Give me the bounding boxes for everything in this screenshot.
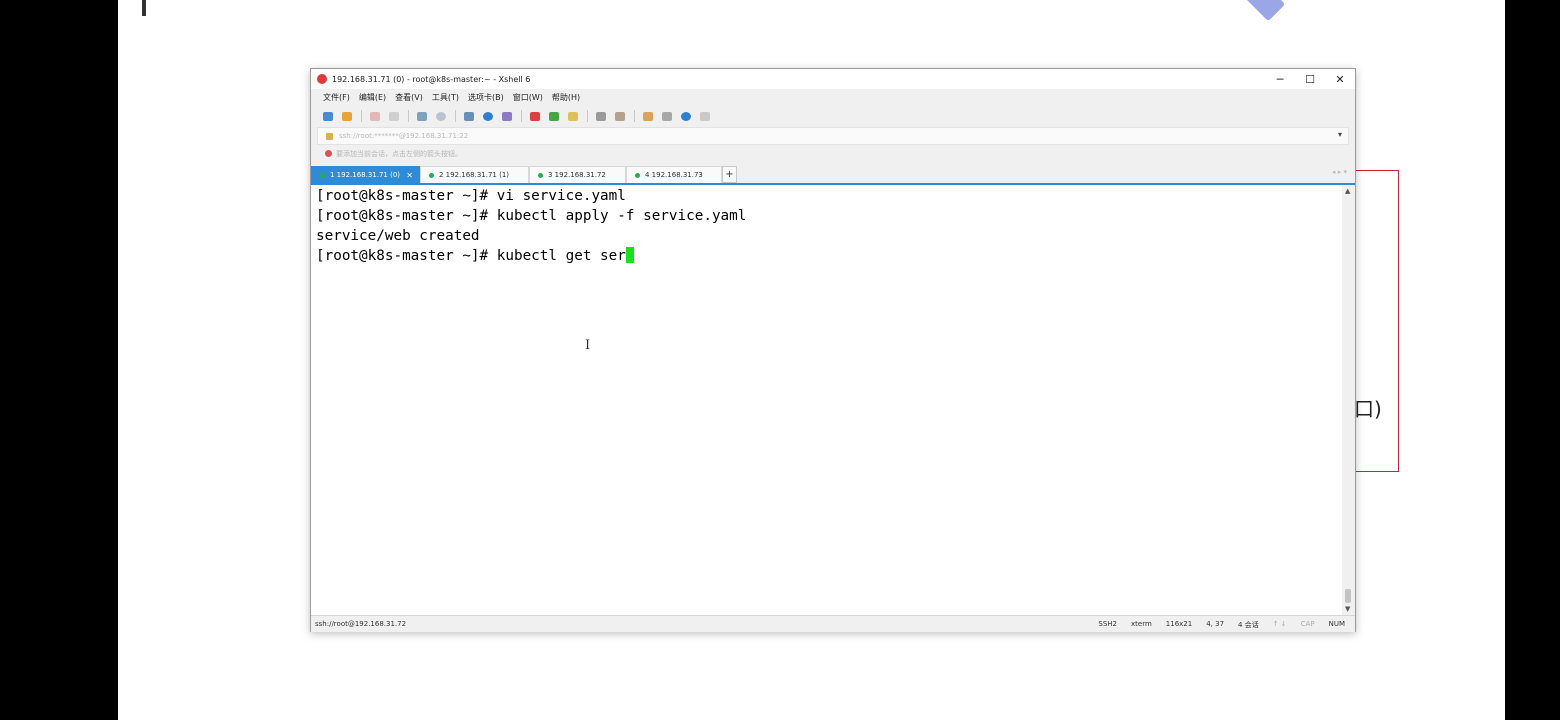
properties-icon[interactable] [464, 111, 474, 121]
tip-icon [325, 150, 332, 157]
tab-navigation[interactable]: ◂ ▸ ▾ [1332, 168, 1347, 176]
window-title: 192.168.31.71 (0) - root@k8s-master:~ - … [332, 74, 531, 84]
terminal-cursor [625, 247, 634, 263]
terminal-line: service/web created [316, 228, 480, 244]
new-session-icon[interactable] [323, 111, 333, 121]
script-icon[interactable] [615, 111, 625, 121]
terminal-line: [root@k8s-master ~]# kubectl apply -f se… [316, 208, 747, 224]
font-icon[interactable] [502, 111, 512, 121]
xftp-icon[interactable] [530, 111, 540, 121]
address-dropdown-icon[interactable]: ▾ [1338, 130, 1342, 139]
status-transfer-arrows-icon: ↑ ↓ [1272, 620, 1287, 628]
transfer-icon[interactable] [643, 111, 653, 121]
status-connection: ssh://root@192.168.31.72 [315, 620, 407, 628]
globe-icon[interactable] [483, 111, 493, 121]
tab-label: 1 192.168.31.71 (0) [330, 171, 401, 179]
connected-status-icon [635, 172, 640, 178]
status-session-count: 4 会话 [1238, 621, 1259, 629]
terminal-prompt-line: [root@k8s-master ~]# kubectl get ser [311, 246, 1342, 266]
status-num: NUM [1328, 620, 1345, 628]
menu-bar: 文件(F) 编辑(E) 查看(V) 工具(T) 选项卡(B) 窗口(W) 帮助(… [311, 89, 1355, 106]
tab-label: 4 192.168.31.73 [645, 171, 703, 179]
tab-close-icon[interactable]: ✕ [406, 171, 413, 180]
scroll-up-icon[interactable]: ▲ [1345, 187, 1350, 195]
toolbar [311, 106, 1355, 126]
compose-icon[interactable] [549, 111, 559, 121]
status-terminal-size: 116x21 [1165, 620, 1193, 628]
xshell-window: 192.168.31.71 (0) - root@k8s-master:~ - … [310, 68, 1356, 632]
menu-help[interactable]: 帮助(H) [552, 92, 580, 103]
window-controls: ─ ☐ ✕ [1265, 69, 1355, 89]
tip-text: 要添加当前会话，点击左侧的箭头按钮。 [336, 149, 462, 158]
chat-icon[interactable] [700, 111, 710, 121]
toolbar-separator [521, 110, 522, 122]
connected-status-icon [429, 172, 434, 178]
minimize-button[interactable]: ─ [1265, 69, 1295, 89]
mouse-ibeam-cursor: I [585, 338, 591, 353]
fullscreen-icon[interactable] [596, 111, 606, 121]
terminal-line-text: [root@k8s-master ~]# kubectl get ser [316, 248, 626, 264]
search-icon[interactable] [436, 111, 446, 121]
menu-tools[interactable]: 工具(T) [432, 92, 459, 103]
status-right-group: SSH2 xterm 116x21 4, 37 4 会话 ↑ ↓ CAP NUM [1098, 620, 1345, 630]
tab-session-1[interactable]: 1 192.168.31.71 (0) ✕ [311, 166, 420, 183]
terminal-line: [root@k8s-master ~]# vi service.yaml [316, 188, 626, 204]
vertical-scrollbar[interactable]: ▲ ▼ [1342, 185, 1354, 615]
connected-status-icon [538, 172, 543, 178]
terminal-area[interactable]: [root@k8s-master ~]# vi service.yaml [ro… [311, 185, 1342, 615]
menu-file[interactable]: 文件(F) [323, 92, 350, 103]
address-text: ssh://root:*******@192.168.31.71:22 [339, 132, 469, 140]
toolbar-separator [587, 110, 588, 122]
status-cursor-position: 4, 37 [1206, 620, 1225, 628]
toolbar-separator [408, 110, 409, 122]
scroll-down-icon[interactable]: ▼ [1345, 605, 1350, 613]
lock-icon [326, 132, 333, 140]
disconnect-icon[interactable] [370, 111, 380, 121]
title-bar: 192.168.31.71 (0) - root@k8s-master:~ - … [311, 69, 1355, 89]
scrollbar-thumb[interactable] [1345, 589, 1351, 603]
help-icon[interactable] [681, 111, 691, 121]
toolbar-separator [455, 110, 456, 122]
xshell-app-icon [317, 74, 327, 84]
maximize-button[interactable]: ☐ [1295, 69, 1325, 89]
menu-window[interactable]: 窗口(W) [513, 92, 543, 103]
tab-session-3[interactable]: 3 192.168.31.72 [529, 166, 626, 183]
connected-status-icon [320, 172, 325, 178]
menu-tabs[interactable]: 选项卡(B) [468, 92, 504, 103]
open-folder-icon[interactable] [342, 111, 352, 121]
copy-icon[interactable] [417, 111, 427, 121]
session-tab-bar: 1 192.168.31.71 (0) ✕ 2 192.168.31.71 (1… [311, 166, 1355, 185]
status-terminal-type: xterm [1131, 620, 1152, 628]
slide-title-accent [142, 0, 146, 16]
menu-edit[interactable]: 编辑(E) [359, 92, 386, 103]
slide-logo [1242, 0, 1286, 22]
tip-bar: 要添加当前会话，点击左侧的箭头按钮。 [317, 145, 1349, 162]
toolbar-separator [361, 110, 362, 122]
status-protocol: SSH2 [1098, 620, 1118, 628]
status-bar: ssh://root@192.168.31.72 SSH2 xterm 116x… [311, 615, 1355, 632]
tab-session-2[interactable]: 2 192.168.31.71 (1) [420, 166, 529, 183]
slide-box-text: 口) [1354, 397, 1382, 421]
address-bar[interactable]: ssh://root:*******@192.168.31.71:22 ▾ [317, 127, 1349, 145]
add-tab-button[interactable]: + [722, 166, 737, 183]
close-button[interactable]: ✕ [1325, 69, 1355, 89]
toolbar-separator [634, 110, 635, 122]
menu-view[interactable]: 查看(V) [395, 92, 423, 103]
status-caps: CAP [1300, 620, 1315, 628]
tab-label: 2 192.168.31.71 (1) [439, 171, 510, 179]
lock-icon[interactable] [568, 111, 578, 121]
reconnect-icon[interactable] [389, 111, 399, 121]
tab-label: 3 192.168.31.72 [548, 171, 606, 179]
layout-icon[interactable] [662, 111, 672, 121]
tab-session-4[interactable]: 4 192.168.31.73 [626, 166, 722, 183]
